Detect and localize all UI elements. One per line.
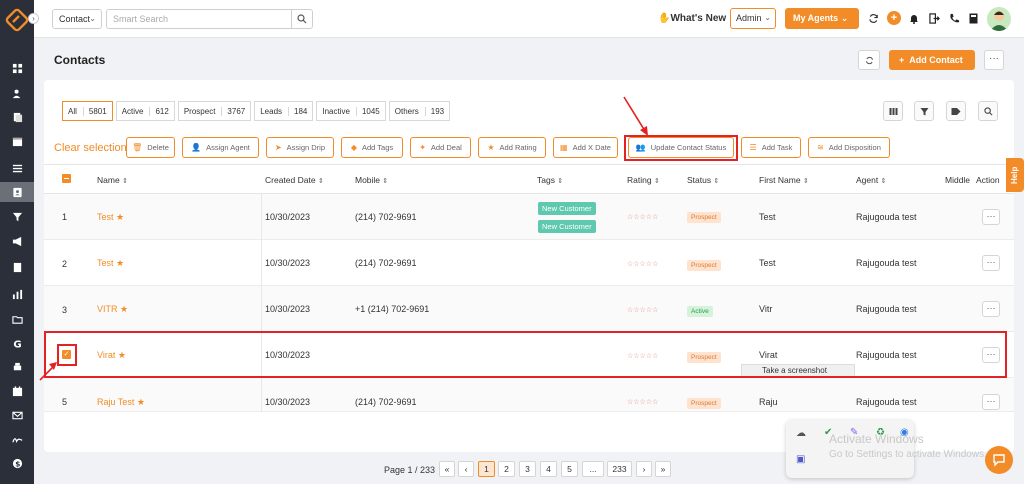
prev-page-button[interactable]: ‹	[458, 461, 474, 477]
page-ellipsis: ...	[582, 461, 604, 477]
annotation-arrows	[39, 96, 648, 381]
page-button-1[interactable]: 1	[478, 461, 495, 477]
page-button-2[interactable]: 2	[498, 461, 515, 477]
first-page-button[interactable]: «	[439, 461, 455, 477]
page-info: Page 1 / 233	[384, 465, 436, 475]
annotation-arrow-line	[623, 96, 646, 132]
last-page-button[interactable]: »	[655, 461, 671, 477]
page-button-3[interactable]: 3	[519, 461, 536, 477]
chat-button[interactable]	[985, 446, 1013, 474]
annotation-arrow-line	[39, 365, 55, 381]
next-page-button[interactable]: ›	[636, 461, 652, 477]
sidebar-toggle-icon[interactable]: ›	[28, 13, 39, 24]
teams-icon[interactable]: ▣	[796, 454, 805, 465]
page-button-5[interactable]: 5	[561, 461, 578, 477]
page-button-last[interactable]: 233	[607, 461, 632, 477]
cloud-icon[interactable]: ☁	[796, 428, 806, 439]
chat-icon	[993, 454, 1005, 467]
help-tab[interactable]: Help	[1006, 158, 1024, 192]
activate-windows-subtitle: Go to Settings to activate Windows.	[829, 449, 987, 460]
page-button-4[interactable]: 4	[540, 461, 557, 477]
annotation-arrow-head	[640, 126, 648, 136]
activate-windows-title: Activate Windows	[829, 432, 924, 446]
